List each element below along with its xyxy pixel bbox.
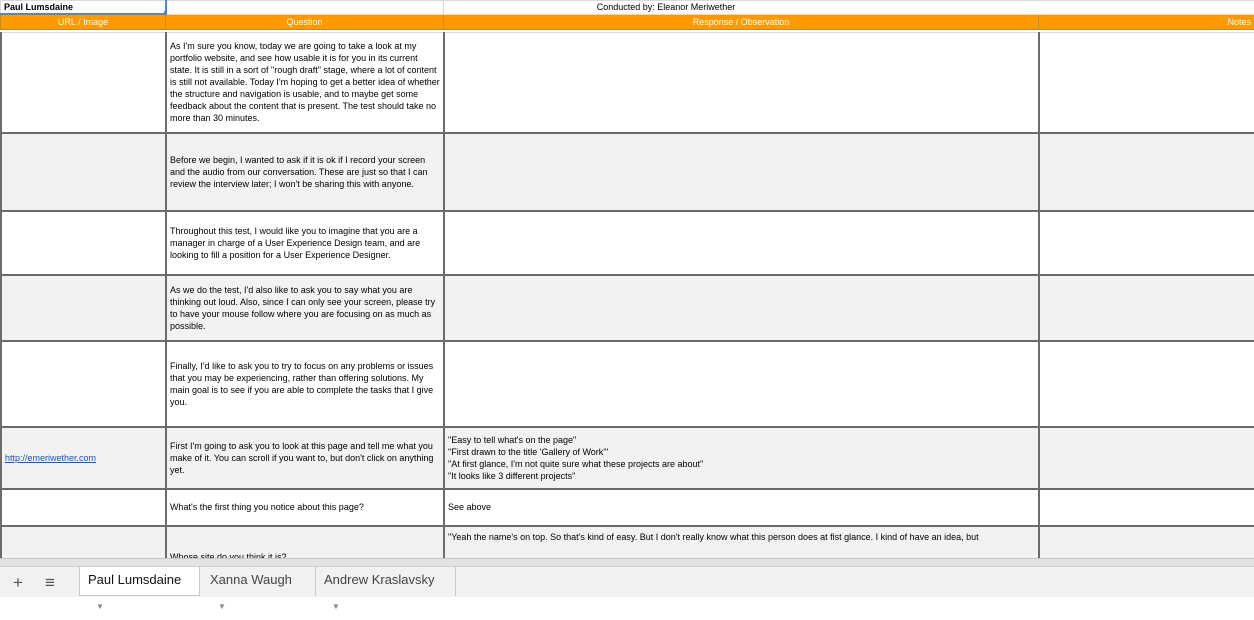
url-cell[interactable] [1, 211, 166, 275]
url-cell[interactable] [1, 341, 166, 427]
question-cell[interactable]: Before we begin, I wanted to ask if it i… [166, 133, 444, 211]
url-cell[interactable] [1, 489, 166, 526]
tab-label: Andrew Kraslavsky [324, 572, 435, 587]
response-cell[interactable]: "Yeah the name's on top. So that's kind … [444, 526, 1039, 559]
plus-icon[interactable]: + [8, 573, 28, 593]
notes-cell[interactable] [1039, 211, 1254, 275]
notes-cell[interactable] [1039, 341, 1254, 427]
table-row: Finally, I'd like to ask you to try to f… [1, 341, 1254, 427]
conducted-by-label: Conducted by: Eleanor Meriwether [597, 2, 736, 12]
response-cell[interactable] [444, 133, 1039, 211]
table-row: As we do the test, I'd also like to ask … [1, 275, 1254, 341]
response-line: See above [448, 501, 1035, 513]
sheet-tab-bar: + ≡ Paul Lumsdaine▼ Xanna Waugh▼ Andrew … [0, 558, 1254, 597]
notes-cell[interactable] [1039, 489, 1254, 526]
tab-paul-lumsdaine[interactable]: Paul Lumsdaine▼ [79, 567, 200, 596]
table-row: Whose site do you think it is? "Yeah the … [1, 526, 1254, 559]
notes-cell[interactable] [1039, 275, 1254, 341]
response-cell[interactable] [444, 211, 1039, 275]
url-link[interactable]: http://emeriwether.com [5, 453, 96, 463]
question-cell[interactable]: Finally, I'd like to ask you to try to f… [166, 341, 444, 427]
question-cell[interactable]: Whose site do you think it is? [166, 526, 444, 559]
table-row: As I'm sure you know, today we are going… [1, 33, 1254, 133]
notes-cell[interactable] [1039, 33, 1254, 133]
question-cell[interactable]: As we do the test, I'd also like to ask … [166, 275, 444, 341]
response-line: "Yeah the name's on top. So that's kind … [448, 531, 1035, 543]
tab-xanna-waugh[interactable]: Xanna Waugh▼ [202, 567, 316, 596]
table-row: Throughout this test, I would like you t… [1, 211, 1254, 275]
chevron-down-icon[interactable]: ▼ [332, 594, 340, 620]
url-cell[interactable] [1, 133, 166, 211]
url-cell[interactable] [1, 275, 166, 341]
chevron-down-icon[interactable]: ▼ [96, 594, 104, 620]
header-table: Paul Lumsdaine Conducted by: Eleanor Mer… [0, 0, 1254, 30]
horizontal-scrollbar[interactable] [0, 559, 1254, 567]
table-row: Before we begin, I wanted to ask if it i… [1, 133, 1254, 211]
column-header-row: URL / Image Question Response / Observat… [1, 14, 1254, 30]
url-cell[interactable] [1, 526, 166, 559]
response-cell[interactable]: See above [444, 489, 1039, 526]
conducted-by-cell[interactable]: Conducted by: Eleanor Meriwether [444, 1, 1254, 15]
response-cell[interactable] [444, 341, 1039, 427]
notes-cell[interactable] [1039, 427, 1254, 489]
question-cell[interactable]: Throughout this test, I would like you t… [166, 211, 444, 275]
question-cell[interactable]: As I'm sure you know, today we are going… [166, 33, 444, 133]
notes-cell[interactable] [1039, 526, 1254, 559]
table-row: What's the first thing you notice about … [1, 489, 1254, 526]
response-line: "Easy to tell what's on the page" [448, 434, 1035, 446]
header-response[interactable]: Response / Observation [444, 14, 1039, 30]
notes-cell[interactable] [1039, 133, 1254, 211]
response-cell[interactable]: "Easy to tell what's on the page""First … [444, 427, 1039, 489]
response-line: "At first glance, I'm not quite sure wha… [448, 458, 1035, 470]
spreadsheet-grid: Paul Lumsdaine Conducted by: Eleanor Mer… [0, 0, 1254, 558]
question-cell[interactable]: First I'm going to ask you to look at th… [166, 427, 444, 489]
list-icon[interactable]: ≡ [40, 573, 60, 593]
response-line: "First drawn to the title 'Gallery of Wo… [448, 446, 1035, 458]
tab-label: Xanna Waugh [210, 572, 292, 587]
header-question[interactable]: Question [166, 14, 444, 30]
empty-cell[interactable] [166, 1, 444, 15]
tab-andrew-kraslavsky[interactable]: Andrew Kraslavsky▼ [316, 567, 456, 596]
header-url-image[interactable]: URL / Image [1, 14, 166, 30]
chevron-down-icon[interactable]: ▼ [218, 594, 226, 620]
header-notes[interactable]: Notes [1039, 14, 1254, 30]
url-cell[interactable]: http://emeriwether.com [1, 427, 166, 489]
data-table: As I'm sure you know, today we are going… [0, 32, 1254, 558]
response-line: "It looks like 3 different projects" [448, 470, 1035, 482]
table-row: http://emeriwether.com First I'm going to… [1, 427, 1254, 489]
participant-name-cell[interactable]: Paul Lumsdaine [1, 1, 166, 15]
response-cell[interactable] [444, 275, 1039, 341]
tab-label: Paul Lumsdaine [88, 572, 181, 587]
url-cell[interactable] [1, 33, 166, 133]
question-cell[interactable]: What's the first thing you notice about … [166, 489, 444, 526]
info-row: Paul Lumsdaine Conducted by: Eleanor Mer… [1, 1, 1254, 15]
response-cell[interactable] [444, 33, 1039, 133]
